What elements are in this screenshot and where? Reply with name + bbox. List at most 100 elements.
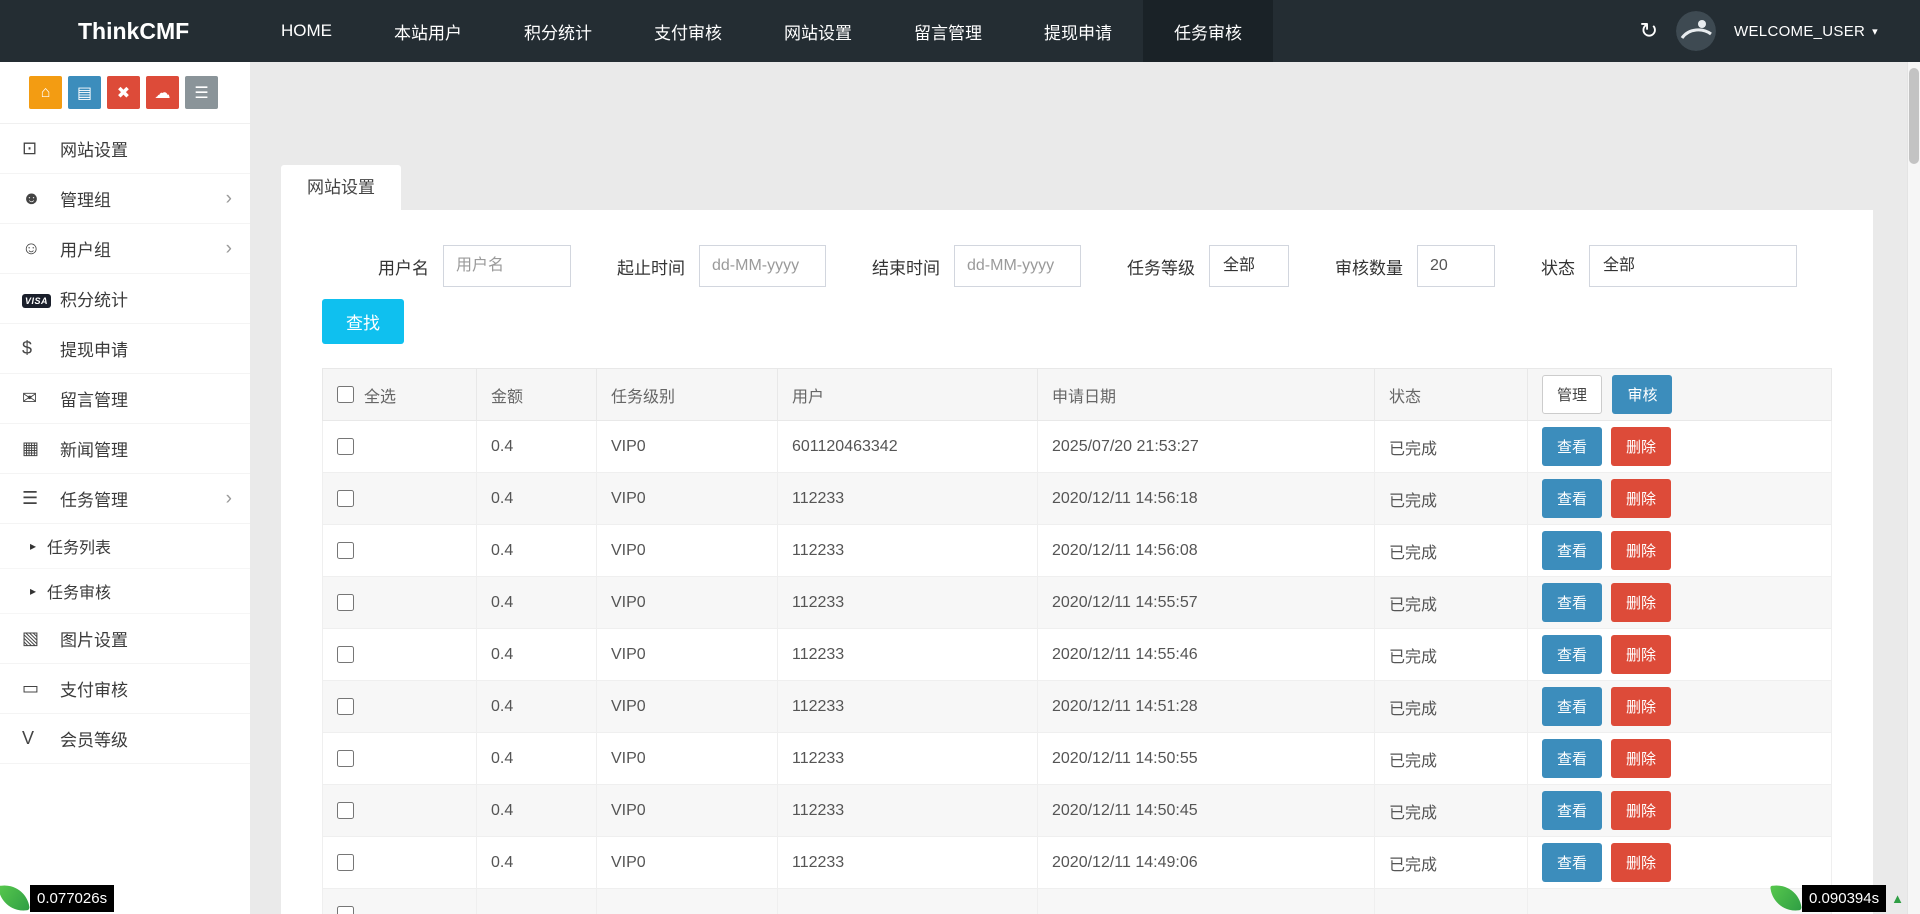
delete-button[interactable]: 删除 — [1611, 479, 1671, 518]
delete-button[interactable]: 删除 — [1611, 739, 1671, 778]
status-group: 状态 全部 — [1541, 245, 1797, 287]
sidebar-item-image-settings[interactable]: ▧图片设置 — [0, 614, 250, 664]
row-checkbox[interactable] — [337, 646, 354, 663]
view-button[interactable]: 查看 — [1542, 791, 1602, 830]
view-button[interactable]: 查看 — [1542, 687, 1602, 726]
row-checkbox[interactable] — [337, 802, 354, 819]
nav-item-withdrawal-request[interactable]: 提现申请 — [1013, 0, 1143, 62]
task-level-group: 任务等级 全部 — [1127, 245, 1289, 287]
manage-button[interactable]: 管理 — [1542, 375, 1602, 414]
sidebar-item-admin-group[interactable]: ☻管理组› — [0, 174, 250, 224]
delete-button[interactable]: 删除 — [1611, 635, 1671, 674]
chevron-right-icon: › — [226, 488, 232, 510]
amount-cell: 0.4 — [477, 785, 597, 837]
trash-icon[interactable]: ✖ — [107, 76, 140, 109]
view-button[interactable]: 查看 — [1542, 479, 1602, 518]
row-checkbox[interactable] — [337, 490, 354, 507]
status-cell: 已完成 — [1375, 525, 1528, 577]
task-level-header: 任务级别 — [597, 369, 778, 421]
audit-button[interactable]: 审核 — [1612, 375, 1672, 414]
expand-caret-icon[interactable]: ▲ — [1891, 891, 1904, 906]
sidebar-item-message-management[interactable]: ✉留言管理 — [0, 374, 250, 424]
search-button[interactable]: 查找 — [322, 299, 404, 344]
row-checkbox[interactable] — [337, 750, 354, 767]
table-row: 0.4VIP01122332020/12/11 14:55:46已完成查看删除 — [323, 629, 1832, 681]
actions-cell: 查看删除 — [1528, 785, 1832, 837]
sidebar-item-user-group[interactable]: ☺用户组› — [0, 224, 250, 274]
cloud-icon[interactable]: ☁ — [146, 76, 179, 109]
nav-item-points-stats[interactable]: 积分统计 — [493, 0, 623, 62]
end-date-input[interactable] — [954, 245, 1081, 287]
apply-date-cell: 2020/12/11 14:56:18 — [1038, 473, 1375, 525]
navbar-right: ↻ WELCOME_USER ▾ — [1640, 0, 1920, 62]
task-level-select[interactable]: 全部 — [1209, 245, 1289, 287]
sidebar-item-news-management[interactable]: ▦新闻管理 — [0, 424, 250, 474]
triangle-bullet-icon: ▸ — [30, 539, 36, 553]
perf-badge-right: 0.090394s ▲ — [1772, 884, 1904, 912]
brand-logo[interactable]: ThinkCMF — [0, 0, 250, 62]
apply-date-header: 申请日期 — [1038, 369, 1375, 421]
sidebar-item-withdrawal-request[interactable]: $提现申请 — [0, 324, 250, 374]
row-checkbox[interactable] — [337, 542, 354, 559]
delete-button[interactable]: 删除 — [1611, 531, 1671, 570]
nav-item-task-audit[interactable]: 任务审核 — [1143, 0, 1273, 62]
row-checkbox[interactable] — [337, 854, 354, 871]
row-checkbox[interactable] — [337, 438, 354, 455]
sidebar-item-payment-audit[interactable]: ▭支付审核 — [0, 664, 250, 714]
nav-item-site-users[interactable]: 本站用户 — [363, 0, 493, 62]
delete-button[interactable]: 删除 — [1611, 427, 1671, 466]
scrollbar-thumb[interactable] — [1909, 68, 1919, 164]
view-button[interactable]: 查看 — [1542, 635, 1602, 674]
nav-item-message-management[interactable]: 留言管理 — [883, 0, 1013, 62]
view-button[interactable]: 查看 — [1542, 427, 1602, 466]
nav-item-home[interactable]: HOME — [250, 0, 363, 62]
view-button[interactable]: 查看 — [1542, 843, 1602, 882]
amount-cell: 0.4 — [477, 681, 597, 733]
welcome-user[interactable]: WELCOME_USER ▾ — [1734, 23, 1878, 40]
start-date-input[interactable] — [699, 245, 826, 287]
tab-site-settings[interactable]: 网站设置 — [281, 165, 401, 210]
status-cell — [1375, 889, 1528, 914]
nav-item-site-settings[interactable]: 网站设置 — [753, 0, 883, 62]
delete-button[interactable]: 删除 — [1611, 583, 1671, 622]
admin-group-icon: ☻ — [22, 188, 60, 209]
status-select[interactable]: 全部 — [1589, 245, 1797, 287]
delete-button[interactable]: 删除 — [1611, 843, 1671, 882]
nav-item-payment-audit[interactable]: 支付审核 — [623, 0, 753, 62]
sidebar-item-task-management[interactable]: ☰任务管理› — [0, 474, 250, 524]
home-icon[interactable]: ⌂ — [29, 76, 62, 109]
file-icon[interactable]: ▤ — [68, 76, 101, 109]
list-icon[interactable]: ☰ — [185, 76, 218, 109]
username-input[interactable] — [443, 245, 571, 287]
audit-count-input[interactable] — [1417, 245, 1495, 287]
sidebar-subitem-task-list[interactable]: ▸任务列表 — [0, 524, 250, 569]
chevron-right-icon: › — [226, 238, 232, 260]
sidebar-item-member-level[interactable]: V会员等级 — [0, 714, 250, 764]
sidebar-item-label: 积分统计 — [60, 286, 128, 311]
view-button[interactable]: 查看 — [1542, 531, 1602, 570]
view-button[interactable]: 查看 — [1542, 739, 1602, 778]
user-header: 用户 — [778, 369, 1038, 421]
visa-icon: VISA — [22, 288, 60, 309]
view-button[interactable]: 查看 — [1542, 583, 1602, 622]
delete-button[interactable]: 删除 — [1611, 687, 1671, 726]
table-row: 0.4VIP01122332020/12/11 14:56:08已完成查看删除 — [323, 525, 1832, 577]
row-checkbox[interactable] — [337, 906, 354, 914]
select-all-checkbox[interactable] — [337, 386, 354, 403]
delete-button[interactable]: 删除 — [1611, 791, 1671, 830]
amount-cell: 0.4 — [477, 733, 597, 785]
apply-date-cell: 2020/12/11 14:56:08 — [1038, 525, 1375, 577]
task-level-cell: VIP0 — [597, 421, 778, 473]
sidebar-item-site-settings[interactable]: ⊡网站设置 — [0, 124, 250, 174]
refresh-icon[interactable]: ↻ — [1640, 18, 1658, 44]
vertical-scrollbar[interactable] — [1907, 62, 1920, 914]
row-checkbox[interactable] — [337, 698, 354, 715]
sidebar-quick-buttons: ⌂▤✖☁☰ — [0, 62, 250, 123]
perf-badge-left: 0.077026s — [0, 884, 114, 912]
sidebar-item-points-stats[interactable]: VISA积分统计 — [0, 274, 250, 324]
avatar[interactable] — [1676, 11, 1716, 51]
sidebar-item-label: 图片设置 — [60, 626, 128, 651]
row-checkbox[interactable] — [337, 594, 354, 611]
sidebar-subitem-task-audit[interactable]: ▸任务审核 — [0, 569, 250, 614]
status-cell: 已完成 — [1375, 577, 1528, 629]
